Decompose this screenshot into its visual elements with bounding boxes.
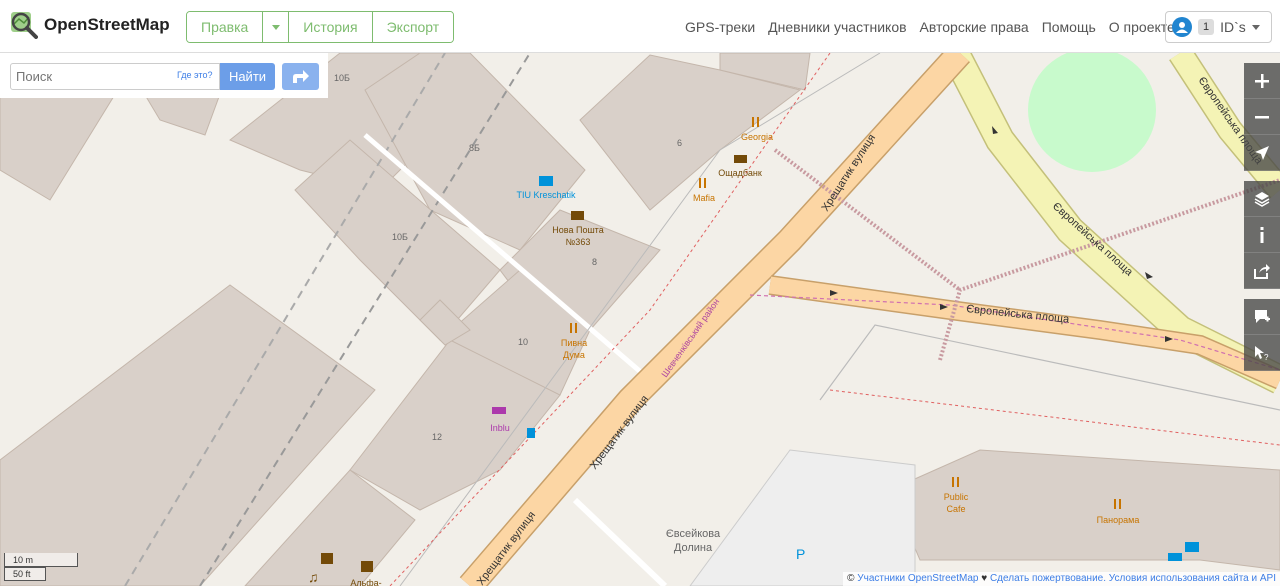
locate-button[interactable] (1244, 135, 1280, 171)
where-is-this-link[interactable]: Где это? (177, 70, 212, 80)
scale-metric: 10 m (4, 553, 78, 567)
restaurant-icon (752, 117, 754, 127)
add-note-icon (1255, 309, 1270, 323)
label-tiu: TIU Kreschatik (516, 190, 576, 200)
label-alfa: Альфа- (350, 578, 381, 586)
label-yevseieva-2: Долина (674, 542, 713, 554)
share-button[interactable] (1244, 253, 1280, 289)
nav-diaries[interactable]: Дневники участников (768, 19, 906, 35)
cursor-question-icon: ? (1255, 345, 1269, 361)
park-area (1028, 53, 1156, 172)
search-button[interactable]: Найти (220, 63, 275, 90)
label-10b: 10Б (392, 232, 408, 242)
query-features-button[interactable]: ? (1244, 335, 1280, 371)
copyright-symbol: © (847, 573, 855, 584)
label-pyvna-2: Дума (563, 350, 585, 360)
export-button[interactable]: Экспорт (372, 12, 454, 42)
locate-arrow-icon (1255, 145, 1269, 160)
label-12: 12 (432, 432, 442, 442)
info-icon (1260, 226, 1264, 243)
scale-bar: 10 m 50 ft (4, 553, 78, 581)
label-parking: P (796, 546, 805, 562)
edit-button-group: Правка История Экспорт (186, 11, 455, 43)
osm-logo-icon (10, 11, 38, 39)
restaurant-icon (1114, 499, 1116, 509)
label-public-cafe-2: Cafe (946, 504, 965, 514)
label-oschadbank: Ощадбанк (718, 168, 762, 178)
edit-dropdown-button[interactable] (263, 12, 290, 42)
label-nova-poshta-num: №363 (566, 237, 591, 247)
donate-link[interactable]: Сделать пожертвование. (990, 573, 1106, 584)
label-inblu: Inblu (490, 423, 510, 433)
label-8: 8 (592, 257, 597, 267)
label-10b-top: 10Б (334, 73, 350, 83)
header: OpenStreetMap Правка История Экспорт GPS… (0, 0, 1280, 53)
map-svg: ♫ 10Б 8Б 6 10Б 8 10 12 Georgia Mafia Пив… (0, 53, 1280, 586)
hotel-icon-2 (1168, 553, 1182, 561)
bank-icon (734, 155, 747, 163)
label-10: 10 (518, 337, 528, 347)
caret-down-icon (1251, 24, 1260, 30)
add-note-button[interactable] (1244, 299, 1280, 335)
label-panorama: Панорама (1097, 515, 1140, 525)
history-button[interactable]: История (289, 12, 373, 42)
logo-text: OpenStreetMap (44, 15, 170, 34)
label-georgia: Georgia (741, 132, 773, 142)
plus-icon (1255, 73, 1269, 88)
nav-copyright[interactable]: Авторские права (920, 19, 1029, 35)
logo[interactable]: OpenStreetMap (10, 11, 170, 39)
cafe-icon (361, 561, 373, 572)
heart-icon: ♥ (981, 573, 988, 584)
label-8b: 8Б (469, 143, 480, 153)
caret-down-icon (271, 24, 280, 30)
shoe-shop-icon (492, 407, 506, 414)
map-key-button[interactable] (1244, 217, 1280, 253)
label-mafia: Mafia (693, 193, 715, 203)
contributors-link[interactable]: Участники OpenStreetMap (857, 573, 978, 584)
main-nav: GPS-треки Дневники участников Авторские … (685, 19, 1175, 35)
label-yevseieva-1: Євсейкова (666, 528, 721, 540)
restaurant-icon (952, 477, 954, 487)
directions-button[interactable] (282, 63, 319, 90)
terms-link[interactable]: Условия использования сайта и API (1109, 573, 1276, 584)
layers-button[interactable] (1244, 181, 1280, 217)
svg-text:?: ? (1264, 353, 1269, 361)
directions-icon (292, 69, 309, 83)
attribution: © Участники OpenStreetMap ♥ Сделать поже… (843, 572, 1280, 586)
label-nova-poshta: Нова Пошта (552, 225, 603, 235)
share-icon (1254, 263, 1270, 279)
message-count-badge: 1 (1198, 19, 1215, 35)
scale-imperial: 50 ft (4, 567, 46, 581)
edit-button[interactable]: Правка (187, 12, 264, 42)
layers-icon (1254, 191, 1270, 207)
post-office-icon (571, 211, 584, 220)
label-pyvna-1: Пивна (561, 338, 587, 348)
username: ID`s (1220, 19, 1246, 35)
search-panel: Где это? Найти (0, 53, 328, 98)
minus-icon (1255, 115, 1269, 118)
user-menu[interactable]: 1 ID`s (1165, 11, 1272, 43)
restaurant-icon (699, 178, 701, 188)
user-avatar-icon (1172, 17, 1192, 37)
cafe-icon (321, 553, 333, 564)
map-canvas[interactable]: ♫ 10Б 8Б 6 10Б 8 10 12 Georgia Mafia Пив… (0, 53, 1280, 586)
label-6: 6 (677, 138, 682, 148)
nav-help[interactable]: Помощь (1042, 19, 1096, 35)
label-public-cafe-1: Public (944, 492, 969, 502)
map-controls: ? (1244, 63, 1280, 371)
hotel-icon (539, 176, 553, 186)
zoom-in-button[interactable] (1244, 63, 1280, 99)
music-icon: ♫ (308, 569, 319, 585)
bus-stop-icon (527, 428, 535, 438)
nav-gps-traces[interactable]: GPS-треки (685, 19, 755, 35)
bicycle-icon (1185, 542, 1199, 552)
restaurant-icon (570, 323, 572, 333)
zoom-out-button[interactable] (1244, 99, 1280, 135)
